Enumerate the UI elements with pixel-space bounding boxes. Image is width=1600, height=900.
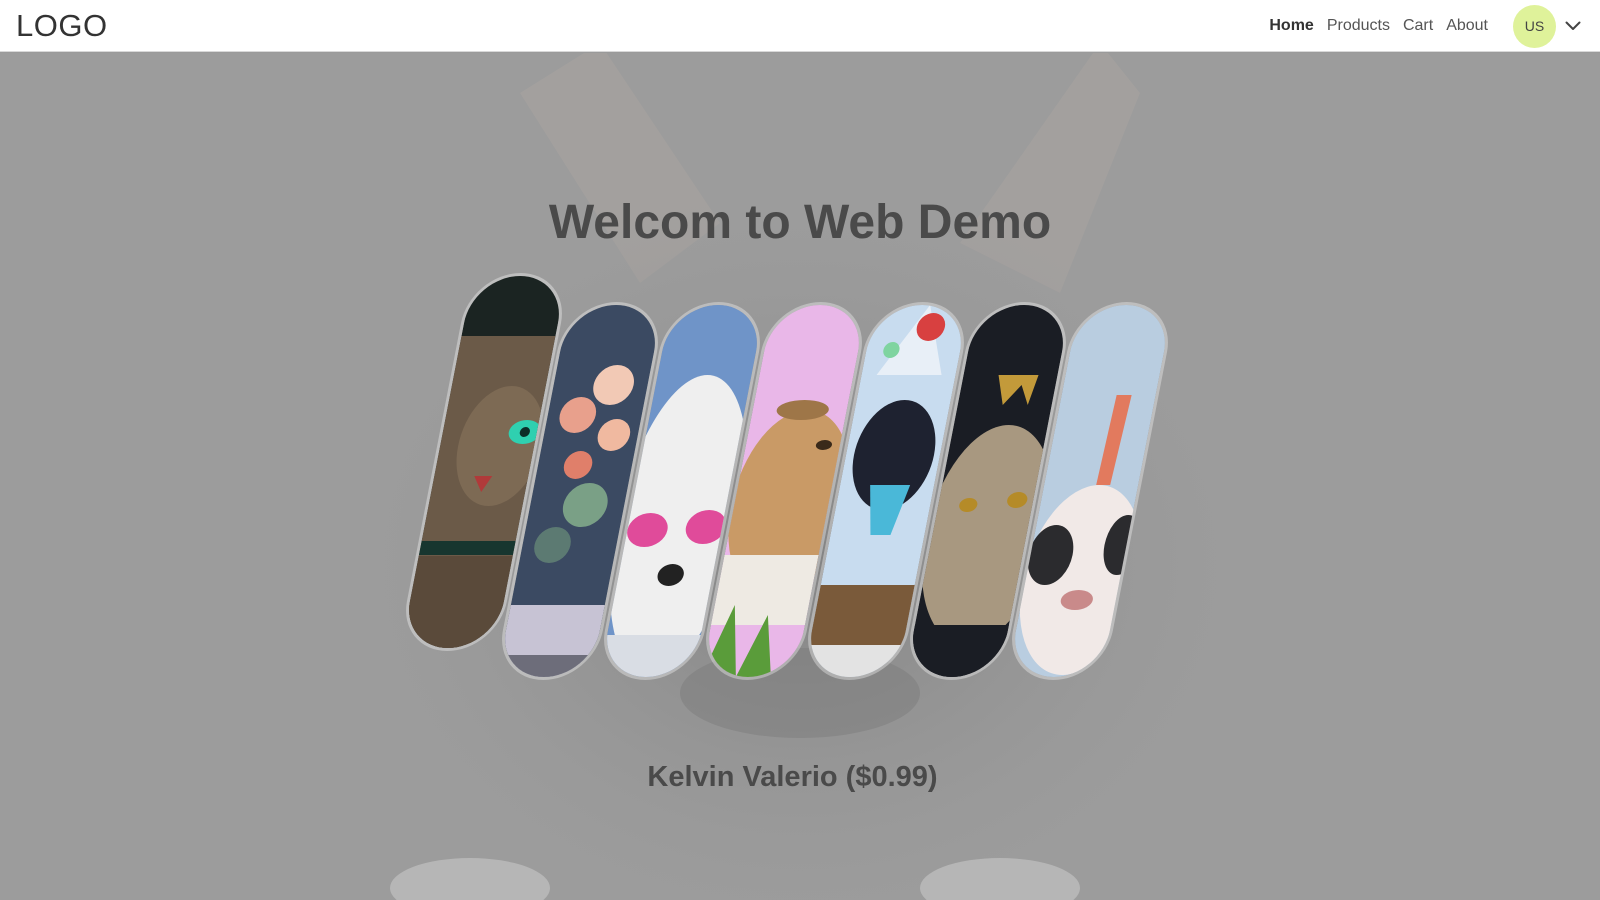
nav-link-products[interactable]: Products [1327,17,1390,35]
nav-links: Home Products Cart About US [1269,0,1600,52]
nav-link-cart[interactable]: Cart [1403,17,1433,35]
logo[interactable]: LOGO [16,8,108,44]
hero-section: Welcom to Web Demo Kelvin Valerio ($0.99… [0,53,1600,900]
nav-link-about[interactable]: About [1446,17,1488,35]
chevron-down-icon[interactable] [1562,15,1584,37]
user-avatar[interactable]: US [1513,4,1556,48]
carousel-caption: Kelvin Valerio ($0.99) [647,761,938,793]
top-navbar: LOGO Home Products Cart About US [0,0,1600,52]
nav-link-home[interactable]: Home [1269,17,1313,35]
